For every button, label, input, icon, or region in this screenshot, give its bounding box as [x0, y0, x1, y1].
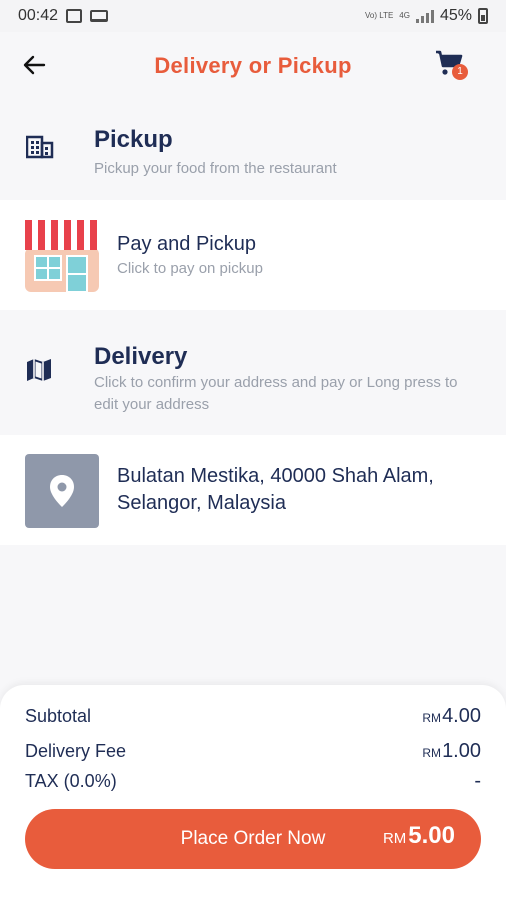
status-right: Vo) LTE 4G 45%: [365, 7, 488, 25]
delivery-fee-value: 1.00: [442, 740, 481, 762]
cart-button[interactable]: 1: [434, 48, 474, 88]
back-button[interactable]: [20, 50, 50, 80]
building-icon: [26, 135, 54, 159]
delivery-fee-currency: RM: [422, 746, 442, 760]
delivery-fee-row: Delivery Fee RM 1.00: [25, 740, 481, 763]
pay-and-pickup-subtitle: Click to pay on pickup: [117, 260, 263, 277]
map-tile: [25, 454, 99, 528]
delivery-fee-label: Delivery Fee: [25, 741, 127, 761]
location-pin-icon: [50, 475, 74, 507]
subtotal-amount: RM 4.00: [422, 705, 481, 728]
battery-percent: 45%: [439, 7, 472, 24]
pickup-subtitle: Pickup your food from the restaurant: [94, 160, 337, 177]
pickup-section: Pickup Pickup your food from the restaur…: [0, 100, 506, 200]
status-time: 00:42: [18, 7, 59, 24]
subtotal-value: 4.00: [442, 705, 481, 727]
page-title: Delivery or Pickup: [154, 53, 352, 78]
order-total-currency: RM: [382, 830, 407, 847]
pay-and-pickup-option[interactable]: Pay and Pickup Click to pay on pickup: [0, 200, 506, 310]
arrow-left-icon: [23, 55, 46, 75]
store-front-icon: [25, 220, 99, 292]
order-summary-panel: Subtotal RM 4.00 Delivery Fee RM 1.00 TA…: [0, 685, 506, 900]
delivery-address: Bulatan Mestika, 40000 Shah Alam, Selang…: [117, 465, 434, 514]
app-header: Delivery or Pickup 1: [0, 32, 506, 100]
pay-and-pickup-title: Pay and Pickup: [117, 233, 256, 255]
tax-row: TAX (0.0%) -: [25, 770, 481, 793]
order-total-value: 5.00: [408, 822, 455, 849]
map-icon: [27, 359, 51, 381]
place-order-button[interactable]: Place Order Now RM 5.00: [25, 809, 481, 869]
cart-count-badge: 1: [452, 64, 468, 80]
network-label: Vo) LTE: [364, 11, 394, 20]
status-left: 00:42: [18, 7, 109, 25]
status-bar: 00:42 Vo) LTE 4G 45%: [0, 0, 506, 32]
delivery-subtitle: Click to confirm your address and pay or…: [94, 374, 458, 413]
tax-amount: -: [474, 770, 481, 793]
delivery-section: Delivery Click to confirm your address a…: [0, 310, 506, 435]
delivery-fee-amount: RM 1.00: [422, 740, 481, 763]
order-total: RM 5.00: [383, 822, 455, 850]
delivery-address-option[interactable]: Bulatan Mestika, 40000 Shah Alam, Selang…: [0, 435, 506, 545]
tax-label: TAX (0.0%): [25, 771, 117, 791]
screen: 00:42 Vo) LTE 4G 45% Delivery or Pickup: [0, 0, 506, 900]
subtotal-currency: RM: [422, 711, 442, 725]
subtotal-row: Subtotal RM 4.00: [25, 705, 481, 728]
laptop-notification-icon: [90, 10, 109, 22]
pickup-title: Pickup: [94, 126, 173, 153]
image-notification-icon: [66, 9, 83, 23]
subtotal-label: Subtotal: [25, 706, 92, 726]
delivery-title: Delivery: [94, 343, 188, 370]
tax-value: -: [474, 770, 481, 792]
battery-icon: [478, 8, 488, 24]
signal-icon: [415, 9, 434, 23]
network-gen: 4G: [399, 11, 410, 20]
